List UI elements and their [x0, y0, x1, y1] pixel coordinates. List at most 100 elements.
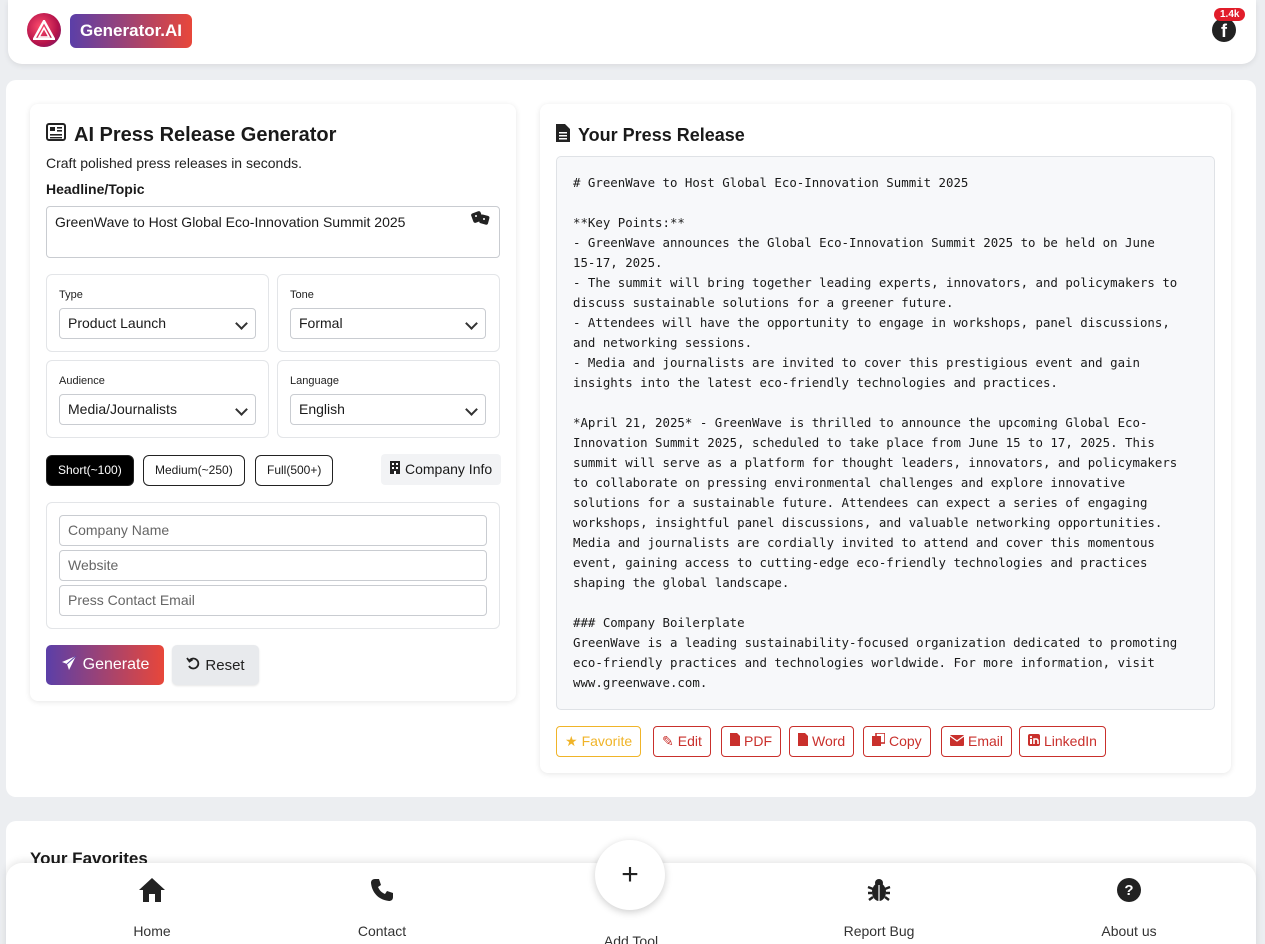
company-info-card: Company Name Website Press Contact Email	[46, 502, 500, 629]
output-title-text: Your Press Release	[578, 125, 745, 145]
type-label: Type	[59, 289, 83, 301]
output-line: ### Company Boilerplate	[573, 615, 745, 630]
linkedin-button[interactable]: LinkedIn	[1019, 726, 1106, 757]
output-line: insights into the latest eco-friendly te…	[573, 375, 1058, 390]
email-button[interactable]: Email	[941, 726, 1013, 757]
question-circle-icon: ?	[1069, 875, 1189, 905]
length-full-button[interactable]: Full(500+)	[255, 455, 334, 486]
output-line: - Attendees will have the opportunity to…	[573, 315, 1170, 330]
reset-button[interactable]: Reset	[172, 645, 259, 685]
reset-label: Reset	[205, 656, 245, 674]
output-line: solutions for a sustainable future. Atte…	[573, 495, 1148, 510]
output-line: www.greenwave.com.	[573, 675, 708, 690]
top-header: Generator.AI f 1.4k	[8, 0, 1256, 64]
main-card: AI Press Release Generator Craft polishe…	[6, 80, 1256, 797]
pencil-icon: ✎	[662, 733, 674, 749]
word-button[interactable]: Word	[789, 726, 855, 757]
copy-label: Copy	[889, 733, 922, 749]
logo-icon[interactable]	[27, 13, 61, 47]
undo-icon	[186, 656, 200, 674]
nav-report-bug[interactable]: Report Bug	[819, 875, 939, 939]
generator-title-text: AI Press Release Generator	[74, 123, 337, 146]
generator-title: AI Press Release Generator	[46, 123, 336, 147]
output-panel: Your Press Release # GreenWave to Host G…	[540, 104, 1231, 773]
output-line: shaping the global landscape.	[573, 575, 790, 590]
facebook-icon[interactable]: f	[1212, 18, 1236, 42]
nav-contact-label: Contact	[357, 923, 407, 939]
plus-icon: +	[621, 858, 639, 891]
length-medium-button[interactable]: Medium(~250)	[143, 455, 245, 486]
facebook-count-badge: 1.4k	[1214, 8, 1246, 21]
phone-icon	[322, 875, 442, 905]
headline-label: Headline/Topic	[46, 181, 145, 197]
bottom-nav: Home Contact + Add Tool Report Bug ? Abo…	[6, 840, 1256, 944]
headline-value: GreenWave to Host Global Eco-Innovation …	[55, 214, 406, 230]
website-input[interactable]: Website	[59, 550, 487, 581]
tone-value: Formal	[299, 315, 343, 331]
newspaper-icon	[46, 123, 66, 147]
output-line: and networking sessions.	[573, 335, 753, 350]
company-name-input[interactable]: Company Name	[59, 515, 487, 546]
dice-icon[interactable]	[471, 209, 491, 232]
building-icon	[390, 454, 400, 485]
tone-label: Tone	[290, 289, 314, 301]
nav-about[interactable]: ? About us	[1069, 875, 1189, 939]
output-line: - Media and journalists are invited to c…	[573, 355, 1140, 370]
favorite-label: Favorite	[581, 733, 633, 749]
audience-card: Audience Media/Journalists	[46, 360, 269, 438]
output-line: workshops, insightful panel discussions,…	[573, 515, 1163, 530]
press-email-input[interactable]: Press Contact Email	[59, 585, 487, 616]
brand-logo[interactable]: Generator.AI	[70, 14, 193, 48]
nav-about-label: About us	[1101, 923, 1157, 939]
edit-label: Edit	[677, 733, 702, 749]
language-value: English	[299, 401, 345, 417]
length-short-button[interactable]: Short(~100)	[46, 455, 134, 486]
language-label: Language	[290, 375, 339, 387]
email-label: Email	[968, 733, 1004, 749]
nav-contact[interactable]: Contact	[322, 875, 442, 939]
favorite-button[interactable]: ★ Favorite	[556, 726, 642, 757]
edit-button[interactable]: ✎ Edit	[653, 726, 711, 757]
chevron-down-icon	[465, 317, 478, 330]
linkedin-icon	[1028, 727, 1040, 756]
home-icon	[92, 875, 212, 905]
copy-icon	[872, 727, 886, 756]
output-line: # GreenWave to Host Global Eco-Innovatio…	[573, 175, 969, 190]
generate-label: Generate	[82, 656, 150, 673]
headline-input[interactable]: GreenWave to Host Global Eco-Innovation …	[46, 206, 500, 258]
company-info-button[interactable]: Company Info	[381, 454, 502, 485]
pdf-file-icon	[730, 727, 740, 756]
press-release-output[interactable]: # GreenWave to Host Global Eco-Innovatio…	[556, 156, 1215, 710]
nav-home[interactable]: Home	[92, 875, 212, 939]
output-line: discuss sustainable solutions for a gree…	[573, 295, 954, 310]
tone-select[interactable]: Formal	[290, 308, 486, 339]
generator-subtitle: Craft polished press releases in seconds…	[46, 155, 303, 171]
word-label: Word	[812, 733, 846, 749]
chevron-down-icon	[465, 403, 478, 416]
document-icon	[556, 124, 570, 147]
pdf-label: PDF	[744, 733, 772, 749]
bug-icon	[819, 875, 939, 905]
output-line: GreenWave is a leading sustainability-fo…	[573, 635, 1178, 650]
linkedin-label: LinkedIn	[1044, 733, 1097, 749]
generate-button[interactable]: Generate	[46, 645, 164, 685]
envelope-icon	[949, 727, 965, 756]
audience-label: Audience	[59, 375, 105, 387]
audience-select[interactable]: Media/Journalists	[59, 394, 256, 425]
audience-value: Media/Journalists	[68, 401, 177, 417]
star-icon: ★	[565, 733, 578, 749]
output-line: Innovation Summit 2025, scheduled to tak…	[573, 435, 1155, 450]
output-line: - GreenWave announces the Global Eco-Inn…	[573, 235, 1155, 250]
chevron-down-icon	[235, 403, 248, 416]
output-line: **Key Points:**	[573, 215, 685, 230]
language-select[interactable]: English	[290, 394, 486, 425]
nav-report-bug-label: Report Bug	[843, 923, 915, 939]
tone-card: Tone Formal	[277, 274, 500, 352]
type-select[interactable]: Product Launch	[59, 308, 256, 339]
pdf-button[interactable]: PDF	[721, 726, 781, 757]
add-tool-button[interactable]: +	[595, 840, 665, 910]
copy-button[interactable]: Copy	[863, 726, 931, 757]
